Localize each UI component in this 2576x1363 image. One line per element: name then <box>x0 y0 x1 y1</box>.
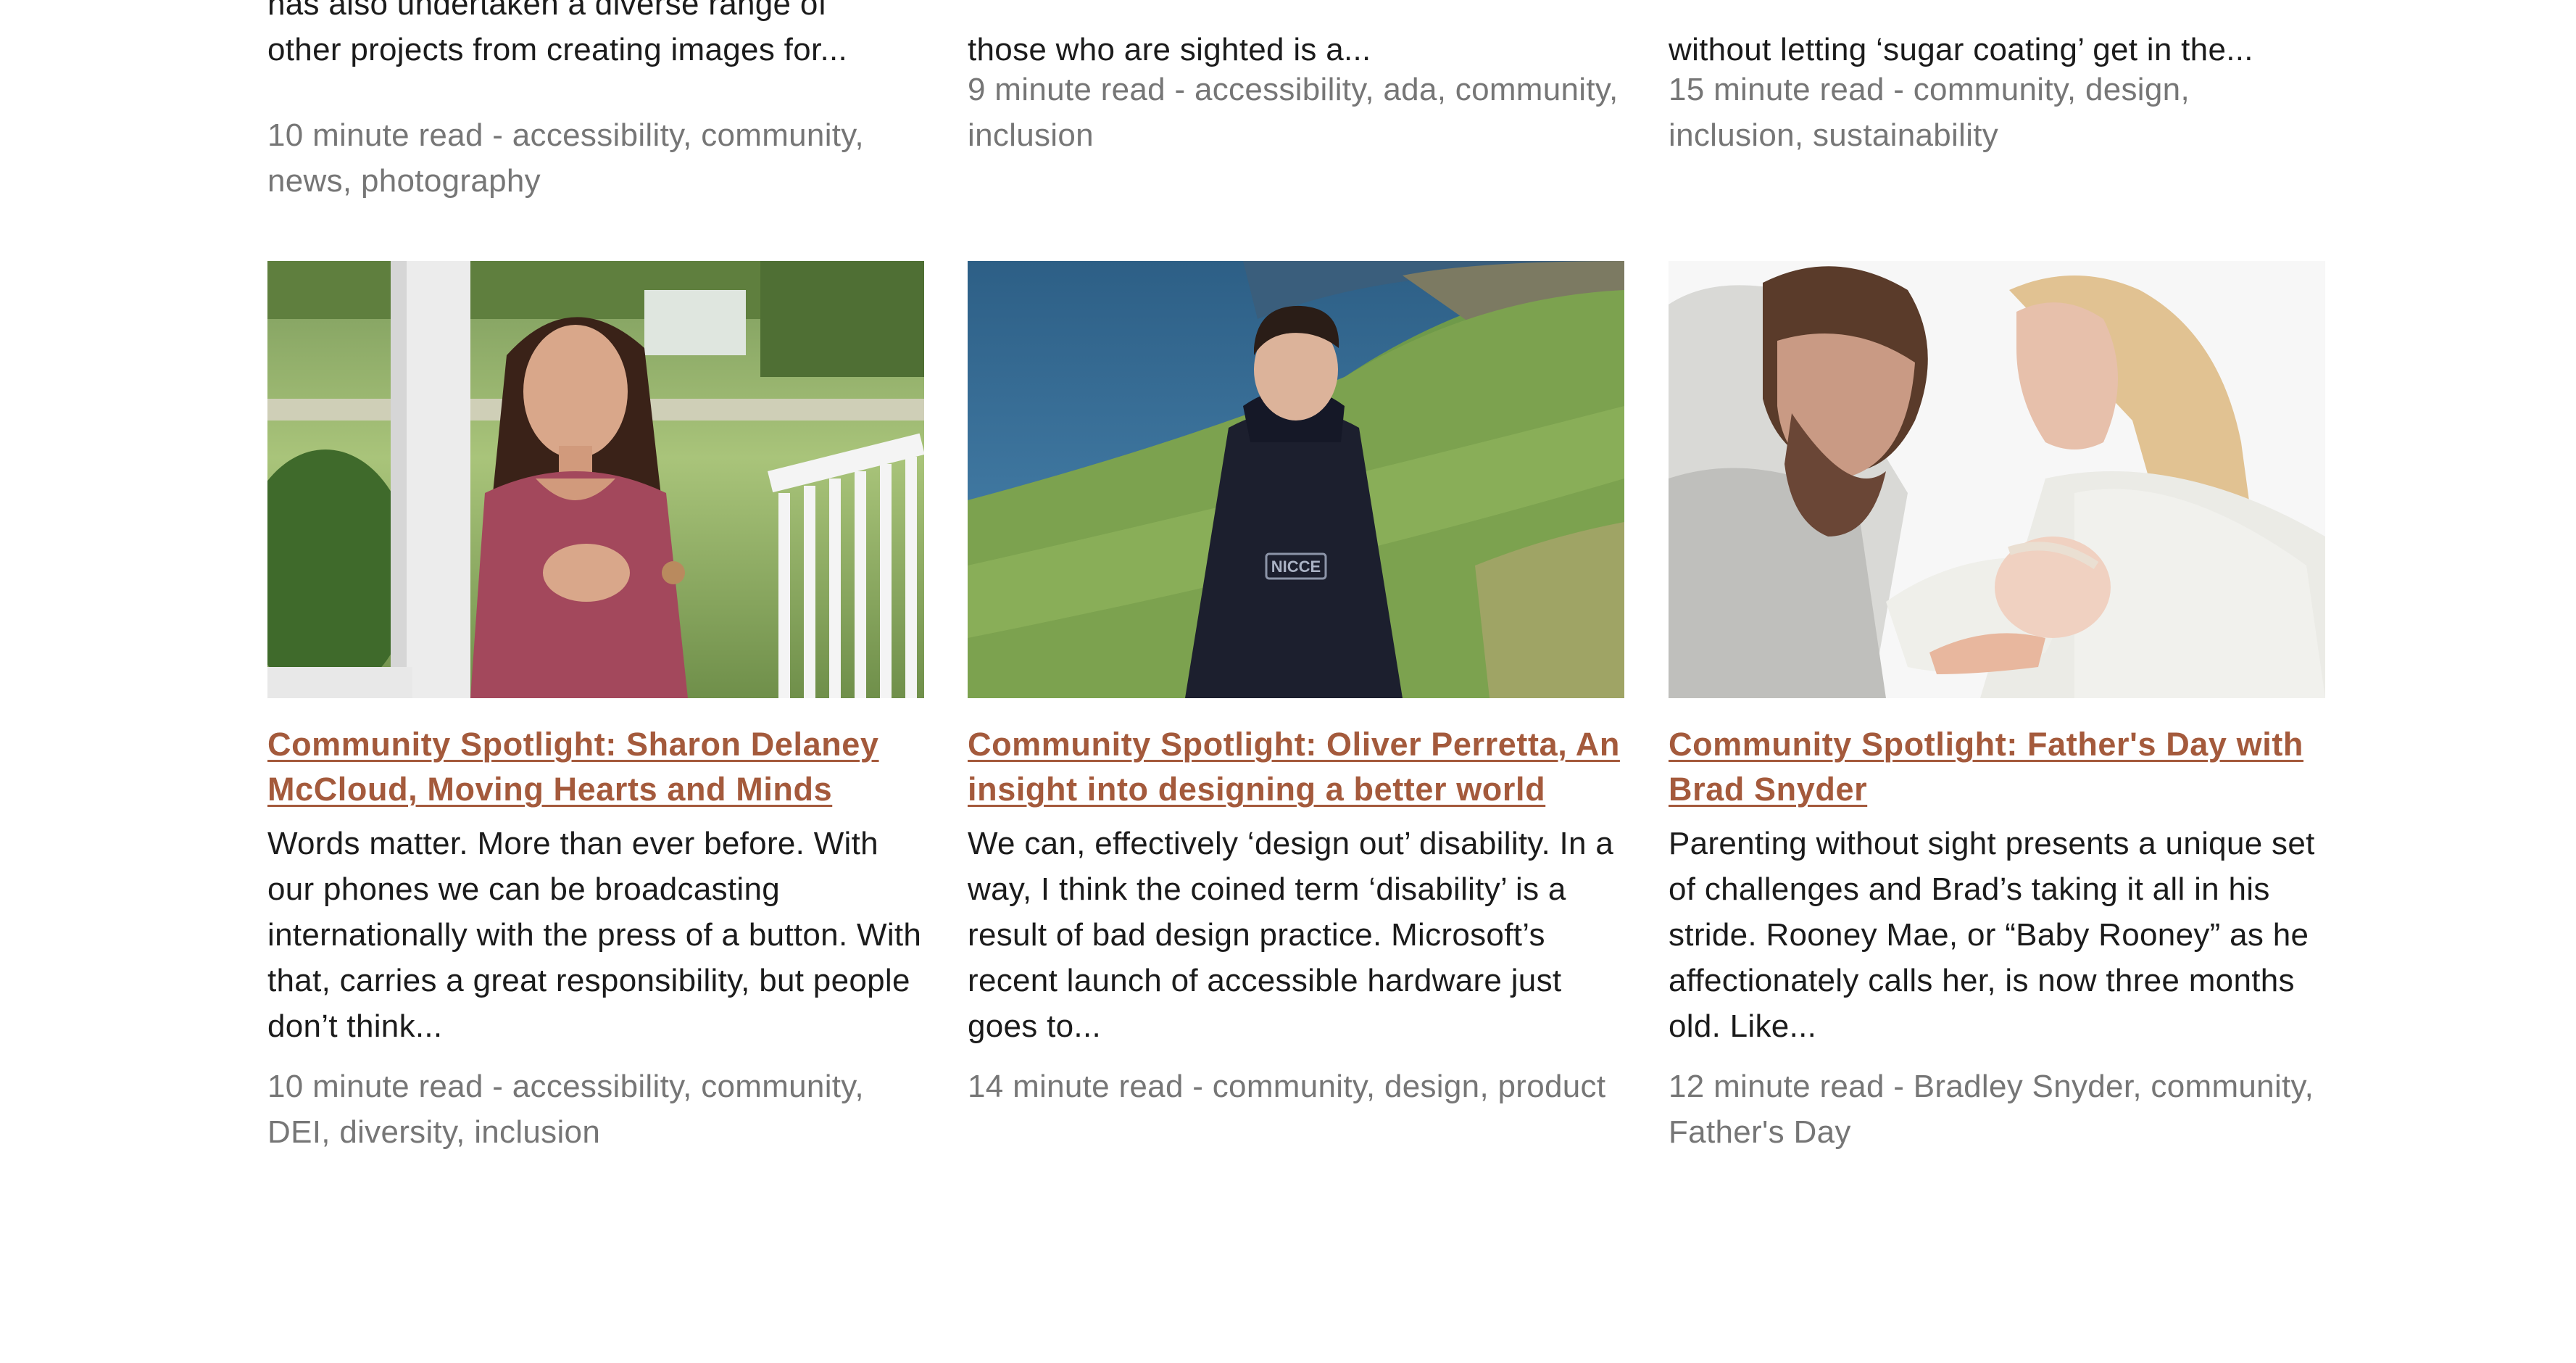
photo-woman-on-porch <box>267 261 924 698</box>
read-time: 10 minute read <box>267 117 483 153</box>
tag-link[interactable]: ada <box>1383 72 1437 107</box>
tag-link[interactable]: Father's Day <box>1669 1114 1851 1150</box>
article-thumbnail-link[interactable] <box>1669 261 2325 698</box>
tag-link[interactable]: community <box>1213 1069 1366 1104</box>
hoodie-logo-text: NICCE <box>1271 558 1321 576</box>
previous-card-excerpt: has also undertaken a diverse range of o… <box>267 0 924 72</box>
tag-link[interactable]: Bradley Snyder <box>1914 1069 2133 1104</box>
previous-card-meta: 15 minute read - community, design, inclu… <box>1669 72 2190 153</box>
tag-link[interactable]: community <box>1914 72 2067 107</box>
article-card: Community Spotlight: Sharon Delaney McCl… <box>267 261 924 1155</box>
article-excerpt: Parenting without sight presents a uniqu… <box>1669 826 2315 1044</box>
read-time: 9 minute read <box>968 72 1166 107</box>
tag-link[interactable]: community <box>1455 72 1609 107</box>
tag-link[interactable]: accessibility <box>1194 72 1365 107</box>
tag-link[interactable]: inclusion <box>1669 117 1795 153</box>
meta-separator: - <box>1884 1069 1914 1104</box>
previous-card-meta: 9 minute read - accessibility, ada, comm… <box>968 72 1619 153</box>
meta-separator: - <box>483 1069 512 1104</box>
excerpt-line: has also undertaken a diverse range of <box>267 0 828 22</box>
article-meta: 14 minute read - community, design, prod… <box>968 1069 1606 1104</box>
tag-link[interactable]: community <box>2151 1069 2304 1104</box>
excerpt-line: those who are sighted is a... <box>968 32 1371 67</box>
tag-link[interactable]: product <box>1498 1069 1606 1104</box>
read-time: 10 minute read <box>267 1069 483 1104</box>
previous-card-excerpt: without letting ‘sugar coating’ get in t… <box>1669 27 2325 72</box>
excerpt-line: without letting ‘sugar coating’ get in t… <box>1669 32 2253 67</box>
article-thumbnail-link[interactable]: NICCE <box>968 261 1624 698</box>
tag-link[interactable]: inclusion <box>474 1114 600 1150</box>
previous-card-excerpt: those who are sighted is a... <box>968 27 1624 72</box>
meta-separator: - <box>1165 72 1194 107</box>
tag-link[interactable]: accessibility <box>512 117 683 153</box>
article-card: Community Spotlight: Father's Day with B… <box>1669 261 2325 1155</box>
article-excerpt: Words matter. More than ever before. Wit… <box>267 826 922 1044</box>
article-excerpt: We can, effectively ‘design out’ disabil… <box>968 826 1614 1044</box>
tag-link[interactable]: design <box>2085 72 2180 107</box>
tag-link[interactable]: diversity <box>339 1114 456 1150</box>
previous-card-meta: 10 minute read - accessibility, communit… <box>267 117 864 199</box>
excerpt-line: other projects from creating images for.… <box>267 32 848 67</box>
tag-link[interactable]: community <box>701 1069 855 1104</box>
meta-separator: - <box>1183 1069 1213 1104</box>
article-thumbnail-link[interactable] <box>267 261 924 698</box>
tag-link[interactable]: inclusion <box>968 117 1094 153</box>
read-time: 12 minute read <box>1669 1069 1885 1104</box>
article-title-link[interactable]: Community Spotlight: Oliver Perretta, An… <box>968 722 1624 812</box>
tag-link[interactable]: design <box>1384 1069 1479 1104</box>
article-title-link[interactable]: Community Spotlight: Father's Day with B… <box>1669 722 2325 812</box>
tag-link[interactable]: sustainability <box>1813 117 1998 153</box>
photo-parents-with-newborn <box>1669 261 2325 698</box>
article-meta: 12 minute read - Bradley Snyder, communi… <box>1669 1069 2314 1150</box>
article-card: NICCE Community Spotlight: Oliver Perret… <box>968 261 1624 1109</box>
read-time: 14 minute read <box>968 1069 1184 1104</box>
tag-link[interactable]: community <box>701 117 855 153</box>
tag-link[interactable]: photography <box>361 163 541 199</box>
tag-link[interactable]: DEI <box>267 1114 321 1150</box>
tag-link[interactable]: accessibility <box>512 1069 683 1104</box>
meta-separator: - <box>483 117 512 153</box>
tag-link[interactable]: news <box>267 163 343 199</box>
article-title-link[interactable]: Community Spotlight: Sharon Delaney McCl… <box>267 722 924 812</box>
article-meta: 10 minute read - accessibility, communit… <box>267 1069 864 1150</box>
photo-man-in-hoodie-coast: NICCE <box>968 261 1624 698</box>
meta-separator: - <box>1884 72 1914 107</box>
read-time: 15 minute read <box>1669 72 1885 107</box>
